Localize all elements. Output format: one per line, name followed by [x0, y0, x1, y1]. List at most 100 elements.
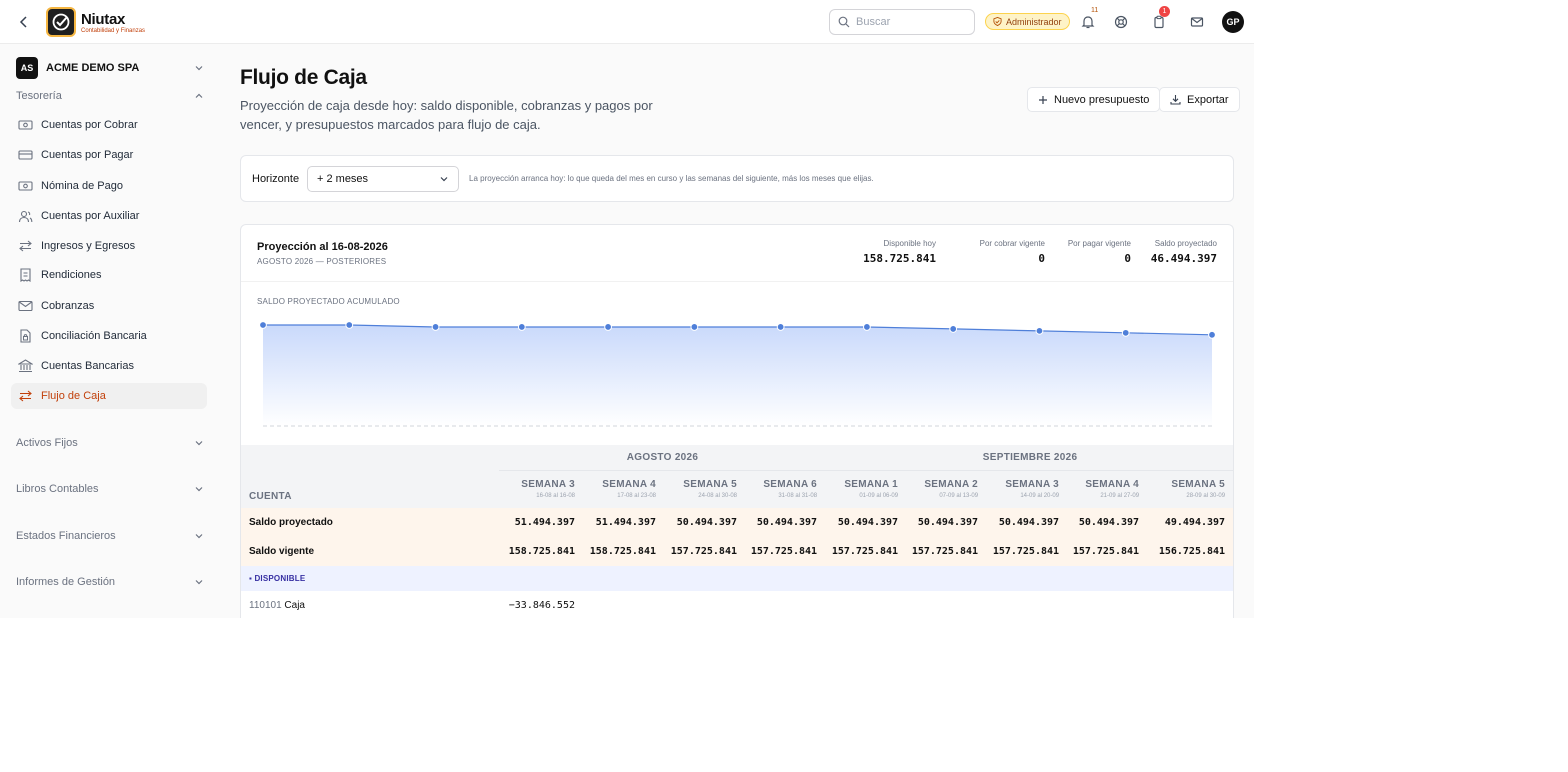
sidebar-item-cuentas-bancarias[interactable]: Cuentas Bancarias: [11, 353, 207, 379]
sidebar-item-label: Cuentas por Cobrar: [41, 119, 138, 131]
sidebar-item-ingresos-y-egresos[interactable]: Ingresos y Egresos: [11, 233, 207, 259]
sidebar-item-label: Cuentas Bancarias: [41, 360, 134, 372]
kpi-por-pagar: Por pagar vigente 0: [1068, 239, 1131, 265]
section-informes-de-gestion[interactable]: Informes de Gestión: [16, 574, 204, 590]
chart-point[interactable]: [949, 325, 958, 333]
kpi-value: 158.725.841: [863, 252, 936, 265]
search-box[interactable]: [829, 9, 975, 35]
week-range: 14-09 al 20-09: [1020, 493, 1060, 500]
horizon-select[interactable]: + 2 meses: [307, 166, 459, 192]
group-row-disponible[interactable]: ▪ DISPONIBLE: [241, 566, 1233, 591]
back-button[interactable]: [14, 12, 34, 32]
export-button[interactable]: Exportar: [1159, 87, 1240, 112]
cell-empty: [665, 591, 746, 618]
search-input[interactable]: [856, 16, 966, 28]
week-name: SEMANA 3: [521, 479, 575, 491]
row-saldo-vigente: Saldo vigente 158.725.841 158.725.841 15…: [241, 537, 1233, 566]
sidebar-item-label: Conciliación Bancaria: [41, 330, 147, 342]
chart-area-fill: [263, 325, 1212, 426]
sidebar-item-nomina-de-pago[interactable]: Nómina de Pago: [11, 173, 207, 199]
user-avatar[interactable]: GP: [1222, 11, 1244, 33]
cell-value: 49.494.397: [1148, 508, 1233, 537]
cell-value: 157.725.841: [665, 537, 746, 566]
month-header-agosto: AGOSTO 2026: [499, 445, 827, 470]
sidebar-item-label: Nómina de Pago: [41, 180, 123, 192]
kpi-disponible-hoy: Disponible hoy 158.725.841: [863, 239, 936, 265]
kpi-por-cobrar: Por cobrar vigente 0: [980, 239, 1045, 265]
new-budget-button[interactable]: Nuevo presupuesto: [1027, 87, 1161, 112]
help-button[interactable]: [1111, 12, 1131, 32]
week-header: SEMANA 2 07-09 al 13-09: [907, 469, 988, 508]
week-name: SEMANA 5: [1171, 479, 1226, 491]
sidebar-item-conciliacion-bancaria[interactable]: Conciliación Bancaria: [11, 323, 207, 349]
tasks-button[interactable]: 1: [1149, 6, 1170, 32]
users-icon: [17, 208, 33, 224]
sidebar-item-label: Cuentas por Pagar: [41, 149, 134, 161]
account-row-caja[interactable]: 110101 Caja −33.846.552: [241, 591, 1233, 618]
company-selector[interactable]: AS ACME DEMO SPA: [16, 57, 204, 79]
cell-value: 50.494.397: [987, 508, 1069, 537]
section-estados-financieros[interactable]: Estados Financieros: [16, 528, 204, 544]
chart-point[interactable]: [1035, 326, 1044, 335]
sidebar-item-cuentas-por-cobrar[interactable]: Cuentas por Cobrar: [11, 112, 207, 138]
sidebar-item-label: Flujo de Caja: [41, 390, 106, 402]
month-header-row: AGOSTO 2026 SEPTIEMBRE 2026: [241, 445, 1233, 470]
chart-point[interactable]: [776, 323, 785, 331]
chart-point[interactable]: [690, 323, 699, 331]
chart-point[interactable]: [345, 321, 354, 329]
role-badge[interactable]: Administrador: [985, 13, 1070, 30]
banknote-icon: [17, 117, 33, 133]
cell-value: 50.494.397: [1068, 508, 1149, 537]
section-tesoreria[interactable]: Tesorería: [16, 88, 204, 104]
sidebar-item-cuentas-por-pagar[interactable]: Cuentas por Pagar: [11, 142, 207, 168]
sidebar-item-flujo-de-caja[interactable]: Flujo de Caja: [11, 383, 207, 409]
week-header: SEMANA 3 14-09 al 20-09: [987, 469, 1069, 508]
sidebar-item-rendiciones[interactable]: Rendiciones: [11, 262, 207, 288]
chart-point[interactable]: [431, 323, 440, 331]
horizon-selected-value: + 2 meses: [317, 173, 369, 185]
section-libros-contables[interactable]: Libros Contables: [16, 481, 204, 497]
notifications-button[interactable]: 11: [1078, 7, 1098, 32]
sidebar-item-cuentas-por-auxiliar[interactable]: Cuentas por Auxiliar: [11, 203, 207, 229]
projection-card: Proyección al 16-08-2026 AGOSTO 2026 — P…: [240, 224, 1234, 618]
cell-value: 157.725.841: [1068, 537, 1149, 566]
row-saldo-proyectado: Saldo proyectado 51.494.397 51.494.397 5…: [241, 508, 1233, 537]
cell-value: 51.494.397: [584, 508, 665, 537]
chart-point[interactable]: [259, 321, 267, 329]
section-activos-fijos[interactable]: Activos Fijos: [16, 435, 204, 451]
cell-empty: [584, 591, 665, 618]
chart-point[interactable]: [517, 323, 526, 331]
week-header: SEMANA 5 28-09 al 30-09: [1148, 469, 1233, 508]
messages-button[interactable]: [1187, 12, 1207, 32]
chart-point[interactable]: [863, 323, 871, 331]
section-label: Informes de Gestión: [16, 576, 116, 588]
download-icon: [1170, 95, 1181, 105]
kpi-label: Por pagar vigente: [1067, 239, 1131, 248]
month-header-spacer: [241, 445, 499, 470]
week-range: 31-08 al 31-08: [778, 493, 818, 500]
projection-title: Proyección al 16-08-2026: [257, 241, 388, 253]
week-name: SEMANA 1: [844, 479, 899, 491]
horizon-filter: Horizonte + 2 meses La proyección arranc…: [240, 155, 1234, 202]
cell-value: 157.725.841: [826, 537, 908, 566]
account-column-header: CUENTA: [241, 470, 499, 508]
app: Niutax Contabilidad y Finanzas Administr…: [0, 0, 1254, 618]
bank-icon: [17, 358, 33, 374]
company-name: ACME DEMO SPA: [46, 62, 140, 74]
chart-point[interactable]: [604, 323, 612, 331]
kpi-label: Saldo proyectado: [1154, 239, 1217, 248]
cell-value: 50.494.397: [746, 508, 827, 537]
brand-logo[interactable]: [46, 7, 76, 37]
chart-point[interactable]: [1208, 330, 1216, 339]
cell-value: 50.494.397: [826, 508, 908, 537]
lifebuoy-icon: [1114, 15, 1128, 29]
cell-value: 158.725.841: [499, 537, 584, 566]
chart-point[interactable]: [1121, 328, 1130, 337]
sidebar-item-label: Ingresos y Egresos: [41, 240, 136, 252]
account-cell: 110101 Caja: [241, 591, 499, 618]
card-divider: [241, 281, 1233, 282]
chevron-down-icon: [195, 487, 203, 492]
cell-empty: [1068, 591, 1149, 618]
projected-balance-chart: [259, 321, 1216, 427]
sidebar-item-cobranzas[interactable]: Cobranzas: [11, 293, 207, 319]
